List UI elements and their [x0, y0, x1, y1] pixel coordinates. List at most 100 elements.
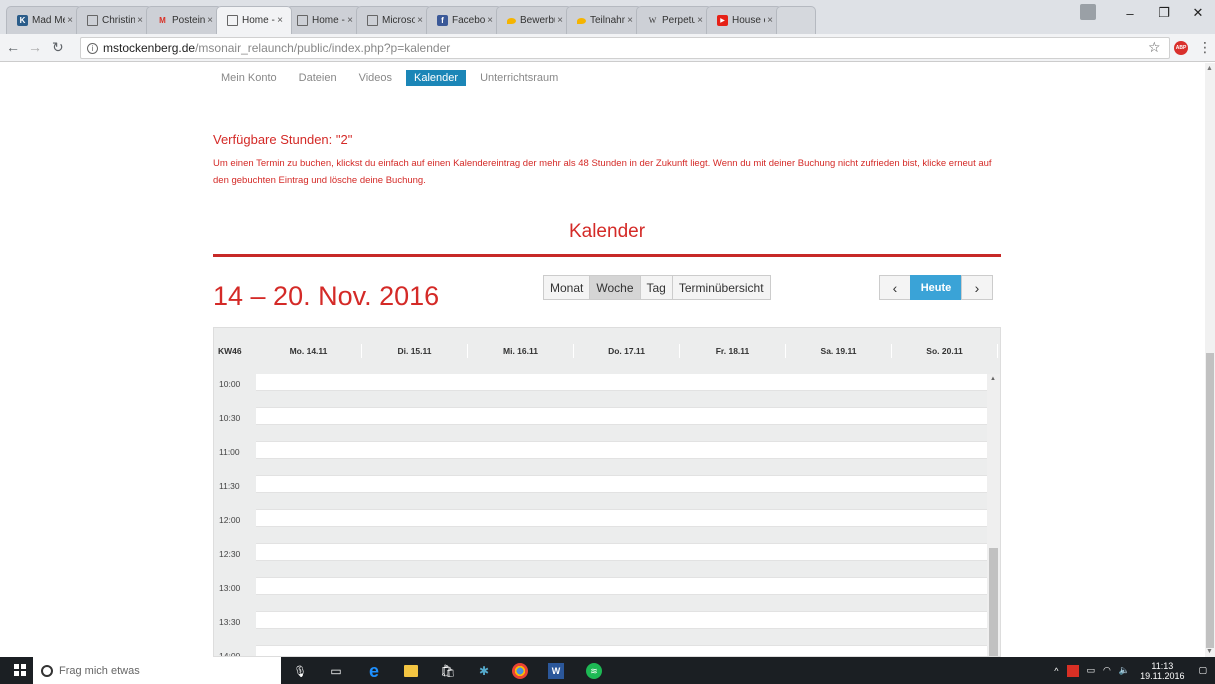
subnav-item[interactable]: Videos — [351, 70, 400, 86]
time-slot-row: 12:30 — [214, 544, 989, 561]
volume-icon[interactable]: 🔈 — [1119, 665, 1130, 676]
view-button[interactable]: Woche — [589, 275, 641, 300]
tab-close-icon[interactable]: × — [485, 15, 495, 26]
page-scrollbar[interactable]: ▲ ▼ — [1205, 63, 1215, 657]
cortana-icon — [41, 664, 53, 677]
time-slot-row — [214, 459, 989, 476]
slot-cell[interactable] — [256, 561, 989, 578]
calendar-scroll-thumb[interactable] — [989, 548, 998, 656]
menu-icon[interactable]: ⋮ — [1198, 39, 1212, 56]
close-window-icon[interactable]: ✕ — [1181, 0, 1215, 26]
tab-close-icon[interactable]: × — [205, 15, 215, 26]
browser-tab[interactable]: Christin M× — [76, 6, 152, 34]
browser-tab[interactable]: Bewerbun× — [496, 6, 572, 34]
scroll-up-icon[interactable]: ▲ — [990, 376, 996, 382]
subnav-item[interactable]: Dateien — [291, 70, 345, 86]
windows-start-icon[interactable] — [14, 664, 26, 676]
slot-cell[interactable] — [256, 493, 989, 510]
word-icon[interactable]: W — [548, 663, 564, 679]
forward-icon[interactable]: → — [28, 39, 42, 55]
browser-tab[interactable]: Home - M× — [216, 6, 292, 34]
address-bar[interactable]: i mstockenberg.de /msonair_relaunch/publ… — [80, 37, 1170, 59]
browser-tab[interactable]: M Posteinga× — [146, 6, 222, 34]
slot-cell[interactable] — [256, 527, 989, 544]
view-button[interactable]: Terminübersicht — [671, 275, 771, 300]
slot-cell[interactable] — [256, 595, 989, 612]
wifi-icon[interactable]: ◠ — [1103, 665, 1111, 676]
notifications-icon[interactable]: ▢ — [1198, 665, 1207, 676]
day-header: Sa. 19.11 — [786, 344, 892, 358]
calendar-scrollbar[interactable]: ▲ — [987, 374, 1000, 656]
slot-cell[interactable] — [256, 391, 989, 408]
tab-close-icon[interactable]: × — [555, 15, 565, 26]
browser-tab[interactable]: ▶ House of× — [706, 6, 782, 34]
subnav-item[interactable]: Mein Konto — [213, 70, 285, 86]
minimize-icon[interactable]: – — [1113, 0, 1147, 26]
tab-close-icon[interactable]: × — [695, 15, 705, 26]
bookmark-star-icon[interactable]: ☆ — [1148, 39, 1161, 56]
tray-app-icon[interactable] — [1066, 664, 1079, 677]
edge-icon[interactable]: e — [366, 661, 382, 681]
page-scroll-up-icon[interactable]: ▲ — [1206, 65, 1213, 72]
slot-cell[interactable] — [256, 646, 989, 656]
browser-tab[interactable]: f Facebook× — [426, 6, 502, 34]
date-range: 14 – 20. Nov. 2016 — [213, 281, 440, 311]
profile-icon[interactable] — [1080, 4, 1096, 20]
slot-cell[interactable] — [256, 459, 989, 476]
time-label-spacer — [214, 629, 256, 646]
page-scroll-thumb[interactable] — [1206, 353, 1214, 648]
tray-arrow-icon[interactable]: ^ — [1054, 666, 1058, 676]
battery-icon[interactable]: ▭ — [1087, 665, 1096, 676]
page-scroll-down-icon[interactable]: ▼ — [1206, 648, 1213, 655]
slot-cell[interactable] — [256, 612, 989, 629]
task-view-icon[interactable]: ▭ — [328, 663, 344, 679]
adblock-icon[interactable]: ABP — [1174, 41, 1188, 55]
browser-tab[interactable]: W Perpetuum× — [636, 6, 712, 34]
tab-favicon-icon — [367, 15, 378, 26]
time-slot-row: 11:30 — [214, 476, 989, 493]
tab-close-icon[interactable]: × — [765, 15, 775, 26]
slot-cell[interactable] — [256, 408, 989, 425]
photos-icon[interactable]: ✱ — [476, 663, 492, 679]
slot-cell[interactable] — [256, 374, 989, 391]
slot-cell[interactable] — [256, 425, 989, 442]
slot-cell[interactable] — [256, 544, 989, 561]
browser-tab[interactable]: Home - M× — [286, 6, 362, 34]
view-button[interactable]: Monat — [543, 275, 591, 300]
clock[interactable]: 11:13 19.11.2016 — [1140, 661, 1184, 681]
subnav-item[interactable]: Unterrichtsraum — [472, 70, 566, 86]
reload-icon[interactable]: ↻ — [52, 39, 64, 56]
back-icon[interactable]: ← — [6, 39, 20, 55]
slot-cell[interactable] — [256, 510, 989, 527]
slot-cell[interactable] — [256, 476, 989, 493]
browser-tab[interactable]: K Mad Men× — [6, 6, 82, 34]
maximize-icon[interactable]: ❐ — [1147, 0, 1181, 26]
page-viewport: Mein Konto Dateien Videos Kalender Unterrich… — [0, 63, 1205, 657]
today-button[interactable]: Heute — [910, 275, 962, 300]
slot-cell[interactable] — [256, 629, 989, 646]
tab-close-icon[interactable]: × — [415, 15, 425, 26]
slot-cell[interactable] — [256, 442, 989, 459]
file-explorer-icon[interactable] — [404, 665, 418, 677]
prev-week-button[interactable]: ‹ — [879, 275, 911, 300]
cortana-search[interactable]: Frag mich etwas — [33, 657, 281, 684]
view-button[interactable]: Tag — [639, 275, 673, 300]
browser-tab[interactable]: Microsoft× — [356, 6, 432, 34]
tab-close-icon[interactable]: × — [625, 15, 635, 26]
next-week-button[interactable]: › — [961, 275, 993, 300]
spotify-icon[interactable]: ≋ — [586, 663, 602, 679]
info-icon[interactable]: i — [87, 42, 98, 54]
browser-tab[interactable]: Teilnahme× — [566, 6, 642, 34]
tab-close-icon[interactable]: × — [275, 15, 285, 26]
browser-tab-strip: KMad Men×Christin M×MPosteinga×Home - M×… — [0, 0, 1215, 34]
tab-close-icon[interactable]: × — [65, 15, 75, 26]
store-icon[interactable]: 🛍 — [440, 663, 456, 679]
subnav-item[interactable]: Kalender — [406, 70, 467, 86]
time-slot-row: 10:30 — [214, 408, 989, 425]
new-tab-button[interactable] — [776, 6, 816, 34]
microphone-icon[interactable]: 🎙 — [292, 663, 308, 679]
chrome-icon[interactable] — [512, 663, 528, 679]
tab-close-icon[interactable]: × — [135, 15, 145, 26]
slot-cell[interactable] — [256, 578, 989, 595]
tab-close-icon[interactable]: × — [345, 15, 355, 26]
